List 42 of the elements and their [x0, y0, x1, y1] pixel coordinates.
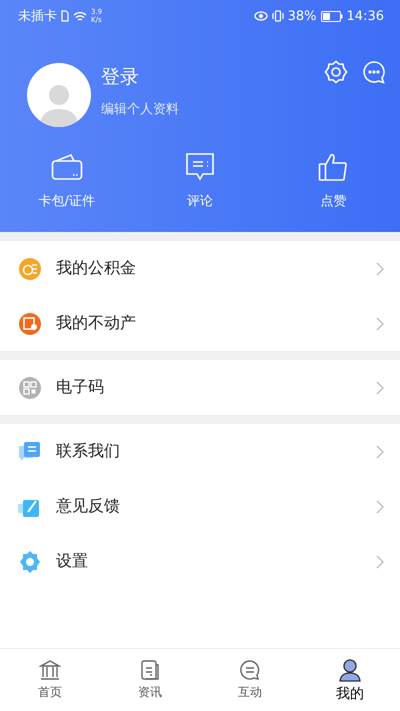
battery-percent: 38%: [288, 8, 317, 24]
user-icon: [338, 658, 362, 682]
chevron-icon: [376, 500, 384, 514]
login-link[interactable]: 登录: [101, 64, 324, 90]
sim-icon: [61, 10, 69, 22]
wallet-icon: [50, 152, 83, 182]
message-icon[interactable]: [362, 60, 386, 84]
comment-icon: [184, 152, 215, 182]
qr-code-icon: [18, 376, 42, 400]
menu-item[interactable]: 设置: [0, 534, 400, 589]
eye-icon: [254, 11, 268, 21]
bank-icon: [39, 659, 61, 681]
house-document-icon: [18, 312, 42, 336]
chevron-icon: [376, 554, 384, 568]
shortcut-label[interactable]: 卡包/证件: [38, 192, 95, 210]
chevron-icon: [376, 262, 384, 276]
menu-item[interactable]: 我的公积金: [0, 241, 400, 296]
shortcut-label[interactable]: 评论: [186, 192, 213, 210]
document-icon: [139, 659, 161, 681]
chevron-icon: [376, 444, 384, 458]
chevron-icon: [376, 380, 384, 394]
clock-time: 14:36: [346, 8, 384, 24]
chevron-icon: [376, 316, 384, 330]
vibrate-icon: [272, 10, 284, 22]
menu-item[interactable]: 电子码: [0, 360, 400, 415]
gear-icon: [18, 550, 42, 574]
chat-icon: [239, 659, 261, 681]
battery-icon: [320, 10, 343, 22]
menu-item[interactable]: 意见反馈: [0, 479, 400, 534]
thumbs-up-icon: [318, 152, 348, 182]
coin-icon: [18, 256, 42, 280]
chat-icon: [18, 440, 42, 464]
tab[interactable]: 资讯: [100, 649, 200, 711]
tab[interactable]: 我的: [300, 649, 400, 711]
tab[interactable]: 互动: [200, 649, 300, 711]
carrier-text: 未插卡: [18, 8, 57, 25]
tab[interactable]: 首页: [0, 649, 100, 711]
menu-item[interactable]: 联系我们: [0, 424, 400, 479]
wifi-icon: [73, 10, 87, 22]
settings-icon[interactable]: [324, 60, 348, 84]
shortcut-label[interactable]: 点赞: [320, 192, 346, 210]
menu-item[interactable]: 我的不动产: [0, 296, 400, 351]
